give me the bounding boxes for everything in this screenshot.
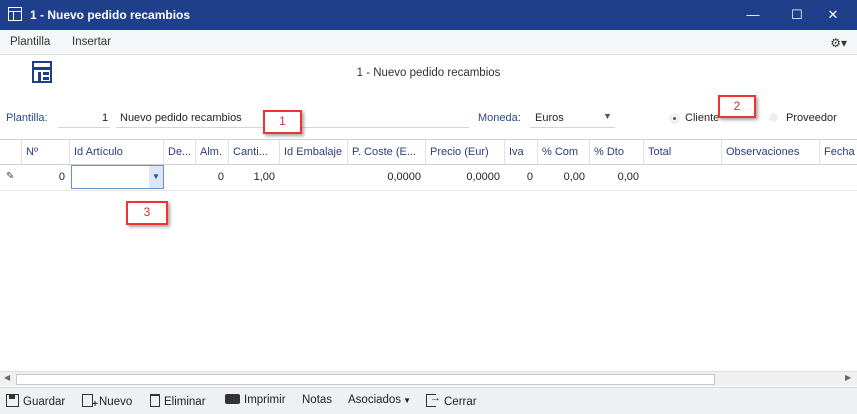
imprimir-label: Imprimir bbox=[244, 394, 286, 406]
cerrar-button[interactable]: → Cerrar bbox=[426, 392, 477, 408]
cell-dto[interactable]: 0,00 bbox=[590, 165, 644, 190]
scroll-left-icon[interactable]: ◀ bbox=[4, 373, 10, 382]
cell-id-articulo-editor[interactable]: ▼ bbox=[71, 165, 164, 189]
dropdown-arrow-icon[interactable]: ▼ bbox=[149, 166, 163, 188]
col-fecha[interactable]: Fecha bbox=[820, 140, 857, 164]
col-alm[interactable]: Alm. bbox=[196, 140, 229, 164]
nuevo-button[interactable]: + Nuevo bbox=[82, 394, 133, 410]
radio-proveedor-dot[interactable] bbox=[769, 113, 778, 122]
asociados-label: Asociados bbox=[348, 394, 402, 406]
window-app-icon bbox=[8, 7, 22, 21]
printer-icon bbox=[225, 394, 240, 404]
chevron-down-icon: ▼ bbox=[403, 396, 411, 405]
plantilla-number[interactable]: 1 bbox=[102, 112, 108, 124]
menu-insertar[interactable]: Insertar bbox=[72, 36, 111, 48]
col-de[interactable]: De... bbox=[164, 140, 196, 164]
callout-1: 1 bbox=[263, 110, 302, 134]
cell-com[interactable]: 0,00 bbox=[538, 165, 590, 190]
title-bar: 1 - Nuevo pedido recambios — ☐ ✕ bbox=[0, 0, 857, 30]
cell-iva[interactable]: 0 bbox=[505, 165, 538, 190]
grid-header: Nº Id Artículo De... Alm. Canti... Id Em… bbox=[0, 140, 857, 165]
col-observaciones[interactable]: Observaciones bbox=[722, 140, 820, 164]
trash-icon bbox=[150, 394, 160, 407]
cell-p-coste[interactable]: 0,0000 bbox=[348, 165, 426, 190]
window-title: 1 - Nuevo pedido recambios bbox=[30, 8, 191, 22]
menu-plantilla[interactable]: Plantilla bbox=[10, 36, 50, 48]
scroll-right-icon[interactable]: ▶ bbox=[845, 373, 851, 382]
radio-cliente-dot[interactable] bbox=[669, 113, 680, 124]
guardar-label: Guardar bbox=[23, 396, 66, 408]
col-id-articulo[interactable]: Id Artículo bbox=[70, 140, 164, 164]
close-button[interactable]: ✕ bbox=[818, 5, 848, 25]
settings-gear-icon[interactable]: ⚙▾ bbox=[830, 36, 847, 50]
moneda-select[interactable]: Euros bbox=[535, 112, 564, 124]
cell-cantidad[interactable]: 1,00 bbox=[229, 165, 280, 190]
save-icon bbox=[6, 394, 19, 407]
col-cantidad[interactable]: Canti... bbox=[229, 140, 280, 164]
col-p-coste[interactable]: P. Coste (E... bbox=[348, 140, 426, 164]
nuevo-label: Nuevo bbox=[99, 396, 133, 408]
header-title: 1 - Nuevo pedido recambios bbox=[356, 67, 501, 79]
cell-precio[interactable]: 0,0000 bbox=[426, 165, 505, 190]
eliminar-label: Eliminar bbox=[164, 396, 206, 408]
col-iva[interactable]: Iva bbox=[505, 140, 538, 164]
lines-grid: Nº Id Artículo De... Alm. Canti... Id Em… bbox=[0, 139, 857, 372]
col-id-embalaje[interactable]: Id Embalaje bbox=[280, 140, 348, 164]
radio-proveedor-label[interactable]: Proveedor bbox=[786, 112, 837, 124]
horizontal-scrollbar[interactable]: ◀ ▶ bbox=[0, 371, 857, 386]
cell-alm[interactable]: 0 bbox=[196, 165, 229, 190]
scroll-thumb[interactable] bbox=[16, 374, 715, 385]
col-com[interactable]: % Com bbox=[538, 140, 590, 164]
edit-pencil-icon: ✎ bbox=[6, 171, 15, 182]
col-total[interactable]: Total bbox=[644, 140, 722, 164]
cerrar-label: Cerrar bbox=[444, 396, 477, 408]
chevron-down-icon[interactable]: ▼ bbox=[603, 111, 612, 121]
plantilla-label: Plantilla: bbox=[6, 112, 48, 124]
notas-button[interactable]: Notas bbox=[302, 394, 332, 406]
col-n[interactable]: Nº bbox=[22, 140, 70, 164]
eliminar-button[interactable]: Eliminar bbox=[150, 394, 206, 408]
cell-id-embalaje[interactable] bbox=[280, 165, 348, 190]
guardar-button[interactable]: Guardar bbox=[6, 394, 65, 408]
maximize-button[interactable]: ☐ bbox=[782, 5, 812, 25]
minimize-button[interactable]: — bbox=[738, 5, 768, 25]
cell-de[interactable] bbox=[164, 165, 196, 190]
col-selector bbox=[0, 140, 22, 164]
cell-n[interactable]: 0 bbox=[22, 165, 70, 190]
bottom-toolbar: Guardar + Nuevo Eliminar Imprimir Notas A… bbox=[0, 387, 857, 414]
plantilla-name-field[interactable]: Nuevo pedido recambios bbox=[120, 112, 242, 124]
moneda-label: Moneda: bbox=[478, 112, 521, 124]
callout-2: 2 bbox=[718, 95, 756, 118]
menu-bar: Plantilla Insertar ⚙▾ bbox=[0, 30, 857, 55]
cell-observaciones[interactable] bbox=[722, 165, 820, 190]
col-dto[interactable]: % Dto bbox=[590, 140, 644, 164]
asociados-button[interactable]: Asociados ▼ bbox=[348, 394, 411, 406]
exit-icon: → bbox=[426, 392, 441, 407]
cell-fecha[interactable] bbox=[820, 165, 857, 190]
imprimir-button[interactable]: Imprimir bbox=[225, 394, 286, 406]
cell-total[interactable] bbox=[644, 165, 722, 190]
col-precio[interactable]: Precio (Eur) bbox=[426, 140, 505, 164]
radio-cliente-label[interactable]: Cliente bbox=[685, 112, 719, 124]
new-document-icon: + bbox=[82, 394, 98, 410]
table-row[interactable]: ✎ 0 ▼ 0 1,00 0,0000 0,0000 0 0,00 0,00 bbox=[0, 165, 857, 191]
